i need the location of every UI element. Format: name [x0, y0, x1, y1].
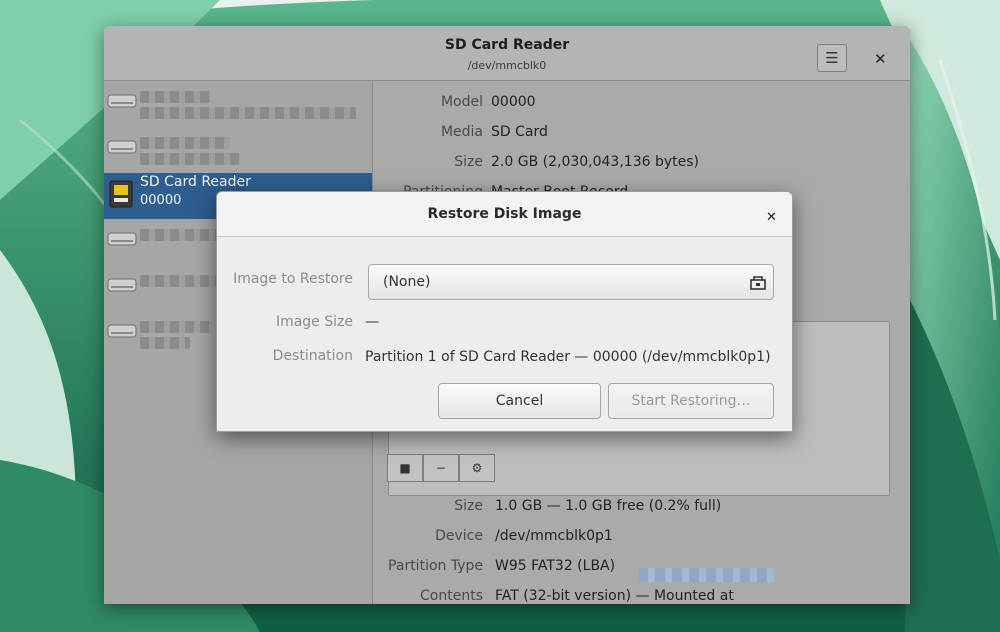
dialog-title: Restore Disk Image [427, 206, 582, 222]
window-close-button[interactable]: ✕ [874, 50, 887, 68]
device-label: Device [435, 528, 483, 544]
dialog-header: Restore Disk Image ✕ [217, 192, 792, 237]
image-file-value: (None) [383, 274, 431, 290]
blurred-drive-name [140, 229, 220, 241]
media-value: SD Card [491, 124, 548, 140]
dialog-close-button[interactable]: ✕ [766, 210, 777, 225]
minus-icon[interactable]: − [423, 454, 459, 482]
hamburger-menu-icon: ☰ [825, 49, 839, 67]
drive-list-item[interactable] [104, 81, 372, 127]
volume-size-value: 1.0 GB — 1.0 GB free (0.2% full) [495, 498, 722, 514]
cancel-button[interactable]: Cancel [438, 383, 601, 419]
drive-name: SD Card Reader [140, 174, 251, 190]
drive-icon [107, 232, 137, 246]
destination-label: Destination [272, 348, 353, 364]
partition-type-value: W95 FAT32 (LBA) [495, 558, 616, 574]
size-label: Size [454, 154, 483, 170]
image-size-label: Image Size [275, 314, 353, 330]
blurred-drive-name [140, 321, 212, 333]
window-title: SD Card Reader [444, 37, 570, 53]
device-value: /dev/mmcblk0p1 [495, 528, 613, 544]
blurred-drive-name [140, 137, 230, 149]
model-value: 00000 [491, 94, 536, 110]
partition-type-label: Partition Type [388, 558, 483, 574]
media-label: Media [440, 124, 483, 140]
image-file-chooser[interactable]: (None) [368, 264, 774, 300]
open-file-icon [750, 276, 766, 290]
start-restoring-button[interactable]: Start Restoring… [608, 383, 774, 419]
volume-toolbar: ■ − ⚙ [387, 454, 495, 482]
contents-label: Contents [420, 588, 483, 604]
image-size-value: — [365, 314, 379, 330]
volume-size-label: Size [454, 498, 483, 514]
blurred-drive-detail [140, 153, 240, 165]
blurred-drive-detail [140, 337, 190, 349]
drive-icon [107, 324, 137, 338]
blurred-drive-detail [140, 107, 356, 119]
image-to-restore-label: Image to Restore [233, 271, 353, 287]
drive-icon [107, 140, 137, 154]
destination-value: Partition 1 of SD Card Reader — 00000 (/… [365, 349, 771, 365]
sd-card-icon [109, 180, 133, 208]
drive-icon [107, 278, 137, 292]
restore-disk-image-dialog: Restore Disk Image ✕ Image to Restore (N… [216, 191, 793, 432]
stop-icon[interactable]: ■ [387, 454, 423, 482]
blurred-drive-name [140, 91, 210, 103]
contents-value: FAT (32-bit version) — Mounted at [495, 588, 734, 604]
size-value: 2.0 GB (2,030,043,136 bytes) [491, 154, 699, 170]
window-subtitle: /dev/mmcblk0 [467, 59, 547, 72]
blurred-drive-name [140, 275, 216, 287]
gear-icon[interactable]: ⚙ [459, 454, 495, 482]
drive-list-item[interactable] [104, 127, 372, 173]
drive-icon [107, 94, 137, 108]
blurred-mount-point-link[interactable] [638, 568, 774, 582]
drive-subtitle: 00000 [140, 193, 182, 208]
menu-button[interactable]: ☰ [817, 44, 847, 72]
model-label: Model [440, 94, 483, 110]
window-titlebar: SD Card Reader /dev/mmcblk0 ☰ ✕ [104, 26, 910, 81]
